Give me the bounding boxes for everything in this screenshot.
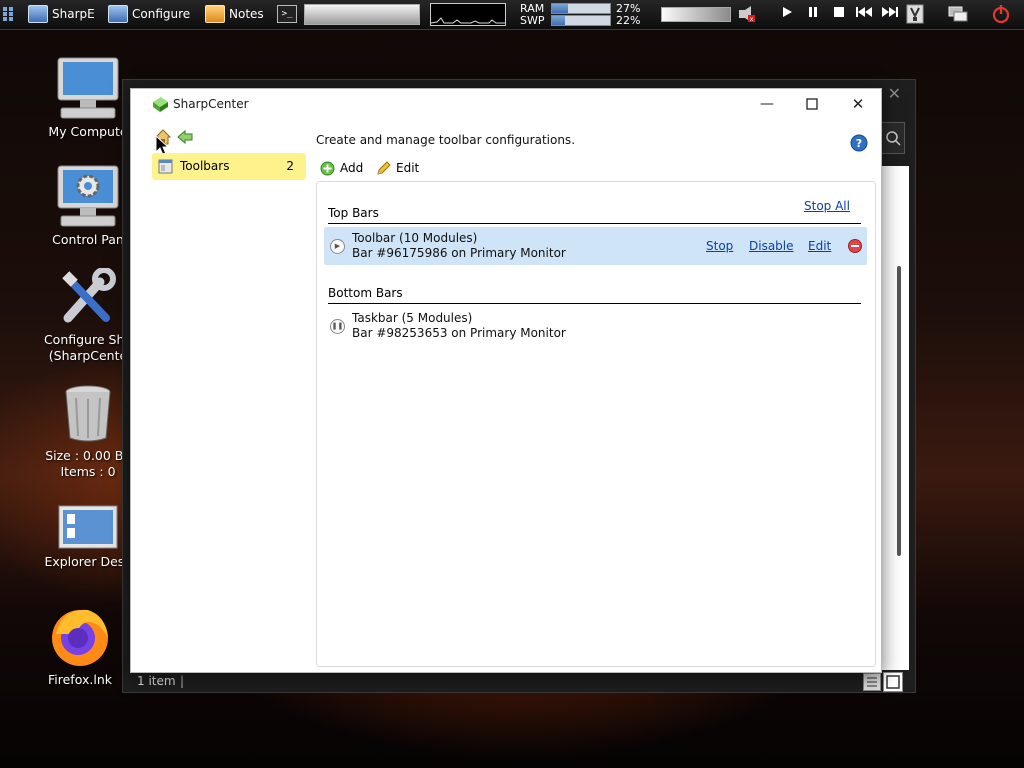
configure-icon	[108, 5, 128, 23]
swp-percent: 22%	[616, 14, 641, 27]
content-area: Create and manage toolbar configurations…	[316, 121, 876, 667]
notes-icon	[205, 5, 225, 23]
tiles-view-icon[interactable]	[883, 672, 903, 692]
svg-text:?: ?	[856, 137, 862, 150]
volume-muted-icon[interactable]: x	[738, 5, 756, 23]
sidebar: Toolbars 2	[143, 121, 308, 666]
sidebar-item-label: Toolbars	[180, 159, 230, 173]
next-icon[interactable]	[880, 6, 900, 22]
ram-bar	[551, 3, 611, 14]
explorer-status-bar: 1 item |	[123, 670, 915, 692]
bar-detail: Bar #98253653 on Primary Monitor	[352, 326, 566, 340]
explorer-close-icon[interactable]: ✕	[888, 84, 901, 103]
top-bars-header: Top Bars	[328, 206, 861, 224]
taskbar-button-notes[interactable]: Notes	[205, 3, 264, 25]
paused-indicator-icon: ❚❚	[330, 319, 345, 334]
pencil-icon	[377, 160, 391, 175]
volume-meter[interactable]	[661, 7, 731, 22]
swp-label: SWP	[520, 14, 545, 27]
explorer-desktop-icon	[57, 504, 119, 550]
toolbars-panel: Top Bars Stop All ▶ Toolbar (10 Modules)…	[316, 181, 876, 667]
delete-icon[interactable]	[848, 239, 862, 253]
usb-icon[interactable]	[906, 4, 924, 24]
window-title: SharpCenter	[173, 97, 249, 111]
bar-name: Toolbar (10 Modules)	[352, 231, 478, 245]
status-item-count: 1 item	[137, 674, 176, 688]
ram-bar-fill	[552, 4, 568, 13]
close-button[interactable]: ✕	[835, 92, 881, 116]
bottom-bars-label: Bottom Bars	[328, 286, 403, 300]
firefox-icon	[48, 604, 112, 668]
edit-button[interactable]: Edit	[376, 159, 419, 177]
previous-icon[interactable]	[855, 6, 875, 22]
back-arrow-icon[interactable]	[177, 129, 193, 145]
sharpcenter-window: SharpCenter — ✕ Toolbars 2 Create and ma…	[130, 88, 882, 673]
status-separator: |	[180, 674, 185, 688]
sharpcenter-app-icon	[151, 95, 169, 113]
my-computer-icon	[53, 56, 123, 120]
taskbar: SharpE Configure Notes >_ RAM SWP 27% 22…	[0, 0, 1024, 30]
cpu-meter	[304, 4, 420, 25]
play-icon[interactable]	[779, 6, 795, 22]
add-button[interactable]: Add	[320, 159, 363, 177]
network-graph	[430, 3, 506, 26]
stop-link[interactable]: Stop	[706, 239, 733, 253]
explorer-scrollbar[interactable]	[897, 266, 901, 556]
terminal-icon[interactable]: >_	[277, 5, 297, 23]
taskbar-button-sharpe[interactable]: SharpE	[28, 3, 95, 25]
disable-link[interactable]: Disable	[749, 239, 794, 253]
running-indicator-icon: ▶	[330, 239, 345, 254]
sharpcenter-titlebar[interactable]: SharpCenter — ✕	[131, 89, 881, 119]
svg-text:x: x	[750, 16, 754, 23]
add-icon	[320, 161, 335, 175]
swp-bar	[551, 15, 611, 26]
windows-switch-icon[interactable]	[948, 6, 968, 22]
sidebar-item-toolbars[interactable]: Toolbars 2	[152, 153, 306, 180]
explorer-search-icon[interactable]	[881, 122, 905, 154]
recycle-bin-icon	[60, 384, 116, 444]
minimize-button[interactable]: —	[744, 92, 790, 116]
top-bars-label: Top Bars	[328, 206, 379, 220]
configure-sharpe-icon	[56, 267, 120, 328]
bar-detail: Bar #96175986 on Primary Monitor	[352, 246, 566, 260]
help-icon[interactable]: ?	[850, 134, 868, 152]
control-panel-icon	[53, 164, 123, 228]
bar-name: Taskbar (5 Modules)	[352, 311, 473, 325]
toolbars-icon	[158, 159, 173, 174]
bottom-bars-header: Bottom Bars	[328, 286, 861, 304]
power-icon[interactable]	[991, 4, 1011, 24]
sidebar-item-count: 2	[286, 159, 294, 173]
pause-icon[interactable]	[805, 6, 821, 22]
sharpe-icon	[28, 5, 48, 23]
start-grid-icon[interactable]	[3, 7, 15, 21]
bar-row-toolbar[interactable]: ▶ Toolbar (10 Modules) Bar #96175986 on …	[324, 227, 867, 265]
taskbar-button-configure[interactable]: Configure	[108, 3, 190, 25]
stop-icon[interactable]	[831, 6, 847, 22]
details-view-icon[interactable]	[863, 673, 881, 691]
edit-link[interactable]: Edit	[808, 239, 831, 253]
swp-bar-fill	[552, 16, 565, 25]
bar-row-taskbar[interactable]: ❚❚ Taskbar (5 Modules) Bar #98253653 on …	[324, 307, 867, 345]
stop-all-link[interactable]: Stop All	[804, 199, 850, 213]
page-description: Create and manage toolbar configurations…	[316, 133, 576, 147]
maximize-button[interactable]	[789, 92, 835, 116]
